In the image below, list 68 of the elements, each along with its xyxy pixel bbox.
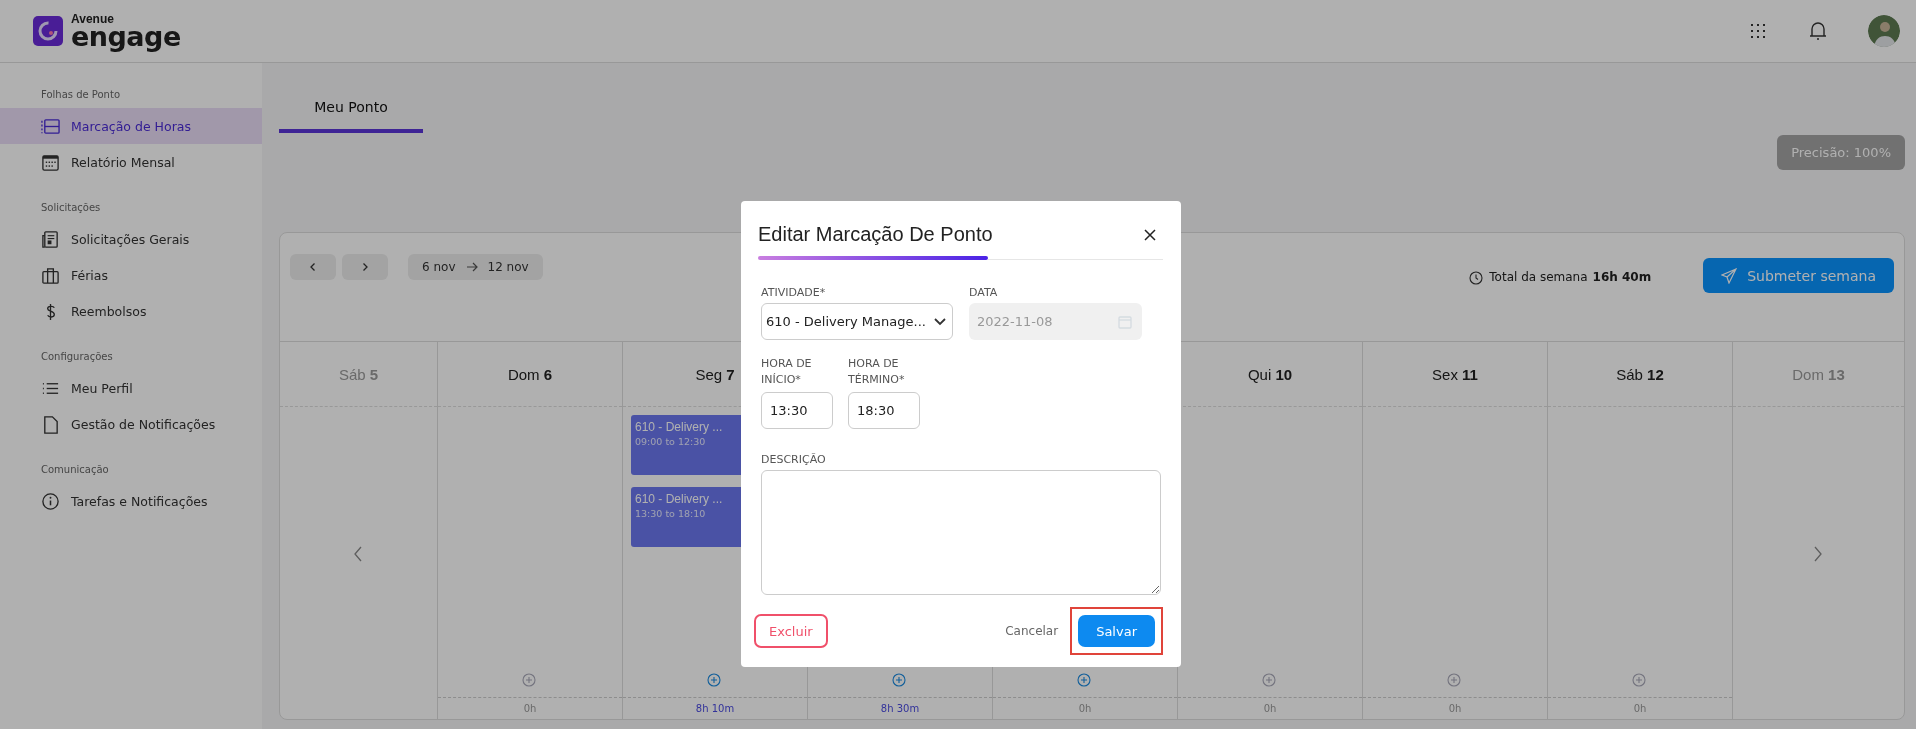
day-total: 0h — [1363, 697, 1547, 719]
day-header: Sáb 5 — [338, 365, 379, 383]
notification-bell-icon[interactable] — [1808, 20, 1828, 42]
add-entry-icon[interactable] — [707, 673, 721, 687]
cancel-button[interactable]: Cancelar — [999, 623, 1065, 639]
arrow-right-icon — [465, 262, 478, 272]
luggage-icon — [41, 265, 60, 285]
field-label: ATIVIDADE* — [761, 286, 827, 299]
add-entry-icon[interactable] — [1632, 673, 1646, 687]
tab[interactable]: Meu Ponto — [279, 85, 423, 133]
file-icon — [41, 414, 60, 434]
chevron-left-icon — [308, 262, 318, 272]
section-title: Solicitações — [40, 202, 102, 215]
sidebar-item[interactable]: Tarefas e Notificações — [0, 483, 262, 519]
section-title: Comunicação — [40, 464, 110, 477]
brand-tagline: Avenue — [71, 12, 115, 25]
range-end: 12 nov — [487, 260, 529, 274]
info-icon — [41, 491, 60, 511]
day-total: 0h — [1548, 697, 1732, 719]
week-total: Total da semana 16h 40m — [1489, 270, 1652, 284]
activity-select[interactable]: 610 - Delivery Manage... — [761, 303, 953, 340]
sidebar-item[interactable]: Solicitações Gerais — [0, 221, 262, 257]
description-field[interactable] — [761, 470, 1161, 595]
sidebar-item[interactable]: Reembolsos — [0, 293, 262, 329]
section-title: Folhas de Ponto — [40, 89, 121, 102]
add-entry-icon[interactable] — [892, 673, 906, 687]
schedule-icon — [41, 116, 60, 136]
field-label: HORA DE INÍCIO* — [761, 356, 813, 388]
save-button[interactable]: Salvar — [1078, 615, 1155, 647]
day-total: 0h — [1178, 697, 1362, 719]
time-field[interactable]: 18:30 — [848, 392, 920, 429]
day-header: Sáb 12 — [1616, 365, 1664, 383]
field-label: HORA DE TÉRMINO* — [848, 356, 906, 388]
sidebar-item[interactable]: Férias — [0, 257, 262, 293]
section-title: Configurações — [40, 351, 114, 364]
add-entry-icon[interactable] — [1262, 673, 1276, 687]
day-total: 0h — [438, 697, 622, 719]
sidebar-item[interactable]: Relatório Mensal — [0, 144, 262, 180]
add-entry-icon[interactable] — [522, 673, 536, 687]
add-entry-icon[interactable] — [1447, 673, 1461, 687]
time-field[interactable]: 13:30 — [761, 392, 833, 429]
day-header: Qui 10 — [1247, 365, 1293, 383]
date-range-picker[interactable]: 6 nov 12 nov — [408, 254, 543, 280]
add-entry-icon[interactable] — [1077, 673, 1091, 687]
calendar-icon — [1118, 314, 1132, 329]
send-icon — [1721, 267, 1738, 284]
day-header: Sex 11 — [1432, 365, 1478, 383]
close-icon[interactable] — [1143, 227, 1157, 242]
sidebar-item[interactable]: Gestão de Notificações — [0, 406, 262, 442]
sidebar-item[interactable]: Meu Perfil — [0, 370, 262, 406]
sidebar-item[interactable]: Marcação de Horas — [0, 108, 262, 144]
chevron-right-icon — [360, 262, 370, 272]
logo-icon — [33, 16, 63, 46]
range-start: 6 nov — [422, 260, 456, 274]
day-header: Dom 13 — [1792, 365, 1845, 383]
brand-name: engage — [71, 22, 181, 50]
dialog-title: Editar Marcação De Ponto — [758, 223, 993, 246]
document-icon — [41, 229, 60, 249]
day-header: Dom 6 — [507, 365, 553, 383]
field-label: DATA — [969, 286, 999, 299]
day-total: 8h 30m — [808, 697, 992, 719]
user-avatar[interactable] — [1868, 15, 1900, 47]
day-total: 0h — [993, 697, 1177, 719]
calendar-icon — [41, 152, 60, 172]
day-total: 8h 10m — [623, 697, 807, 719]
chevron-down-icon — [934, 317, 946, 326]
day-header: Seg 7 — [695, 365, 735, 383]
clock-icon — [1469, 271, 1484, 285]
